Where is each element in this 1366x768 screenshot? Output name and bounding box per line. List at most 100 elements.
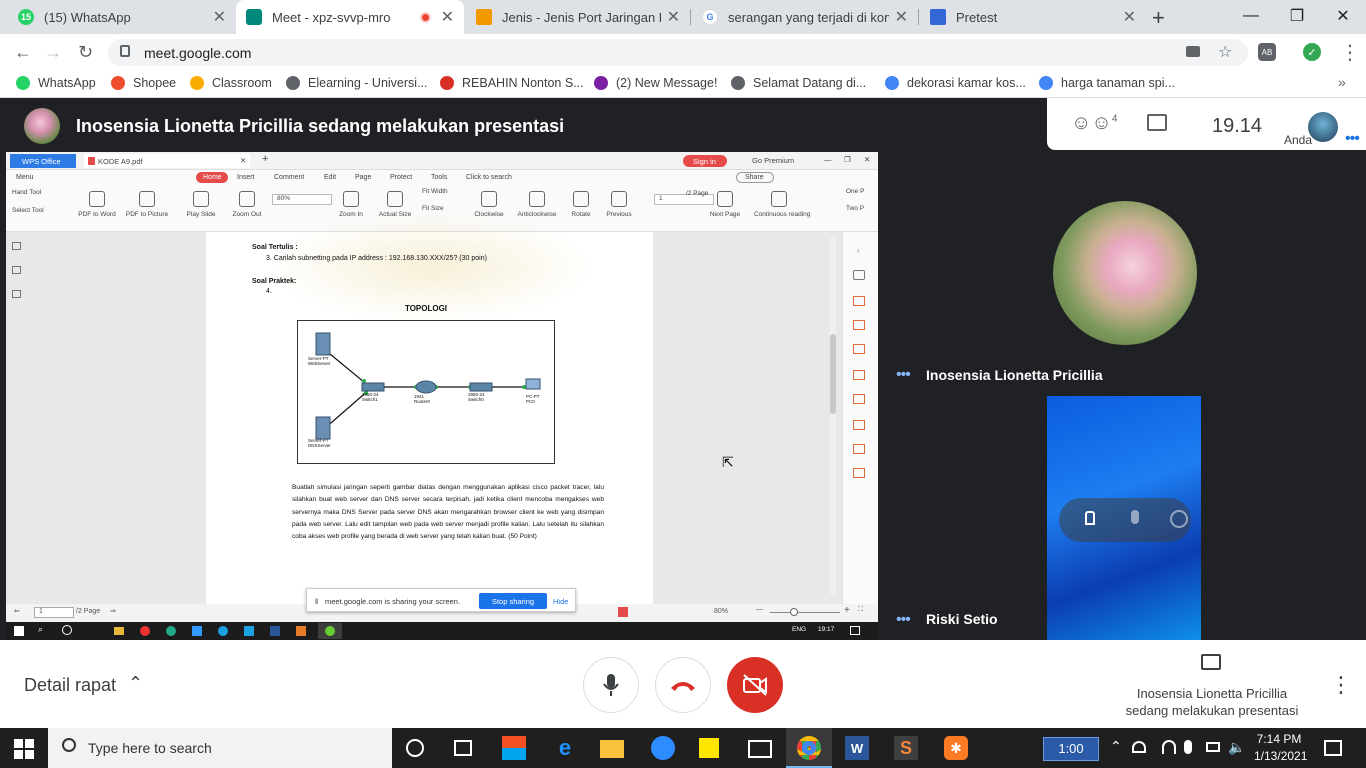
windows-start-icon[interactable]: [14, 739, 34, 759]
restore-button[interactable]: ❐: [1274, 0, 1320, 32]
wps-new-tab-button[interactable]: +: [262, 153, 268, 165]
print-icon[interactable]: [853, 270, 865, 280]
mail-icon[interactable]: [748, 740, 772, 758]
word-icon[interactable]: W: [845, 736, 869, 760]
wps-restore-button[interactable]: ❐: [844, 155, 851, 164]
convert-icon[interactable]: [853, 344, 865, 354]
participant-more-icon[interactable]: •••: [896, 366, 911, 384]
bookmark-item[interactable]: dekorasi kamar kos...: [885, 76, 1026, 90]
participant-more-icon[interactable]: •••: [896, 611, 911, 629]
close-icon[interactable]: ✕: [240, 156, 246, 165]
shield-check-icon[interactable]: ✓: [1303, 43, 1321, 61]
timer-widget[interactable]: 1:00: [1043, 737, 1099, 761]
sublime-text-icon[interactable]: S: [894, 736, 918, 760]
adblock-icon[interactable]: AB: [1258, 43, 1276, 61]
chat-icon[interactable]: [1147, 114, 1167, 131]
tab-meet[interactable]: Meet - xpz-svvp-mro ✕: [236, 0, 464, 34]
menu-tools[interactable]: Tools: [431, 174, 447, 181]
microsoft-store-icon[interactable]: [502, 736, 526, 760]
close-icon[interactable]: ✕: [441, 7, 454, 27]
tab-jenis-port[interactable]: Jenis - Jenis Port Jaringan Kom ✕: [466, 0, 690, 34]
bookmark-item[interactable]: (2) New Message!: [594, 76, 717, 90]
play-icon[interactable]: [618, 607, 628, 617]
stop-sharing-button[interactable]: Stop sharing: [479, 593, 547, 609]
task-view-icon[interactable]: [454, 740, 472, 756]
bookmark-item[interactable]: Shopee: [111, 76, 176, 90]
tab-whatsapp[interactable]: 15 (15) WhatsApp ✕: [8, 0, 236, 34]
menu-insert[interactable]: Insert: [237, 174, 255, 181]
pin-icon[interactable]: [1085, 511, 1095, 525]
wps-tool-fit-size[interactable]: Fit Size: [422, 205, 444, 212]
drag-handle-icon[interactable]: ‖: [315, 597, 318, 606]
scrollbar-thumb[interactable]: [830, 334, 836, 414]
wps-tool-previous[interactable]: Previous: [594, 189, 644, 218]
tab-google-search[interactable]: G serangan yang terjadi di komp ✕: [692, 0, 918, 34]
camera-toggle-button[interactable]: [727, 657, 783, 713]
go-premium-link[interactable]: Go Premium: [752, 156, 794, 165]
taskbar-clock[interactable]: 7:14 PM 1/13/2021: [1254, 731, 1307, 765]
presenting-status[interactable]: Inosensia Lionetta Pricillia sedang mela…: [1124, 686, 1300, 718]
omnibox[interactable]: meet.google.com ☆: [108, 39, 1248, 66]
wps-minimize-button[interactable]: —: [824, 155, 832, 164]
document-scrollbar[interactable]: [830, 238, 836, 594]
hide-button[interactable]: Hide: [553, 597, 568, 606]
bookmark-item[interactable]: WhatsApp: [16, 76, 96, 90]
menu-comment[interactable]: Comment: [274, 174, 304, 181]
wps-tool-one-p[interactable]: One P: [846, 188, 864, 195]
wps-tool-fit-width[interactable]: Fit Width: [422, 188, 448, 195]
close-window-button[interactable]: ✕: [1320, 0, 1366, 32]
back-icon[interactable]: ←: [14, 42, 32, 63]
bookmark-panel-icon[interactable]: [12, 242, 21, 250]
self-more-icon[interactable]: •••: [1345, 130, 1360, 148]
zoom-app-icon[interactable]: [651, 736, 675, 760]
battery-icon[interactable]: [1206, 742, 1220, 752]
zoom-slider[interactable]: [770, 608, 840, 616]
edge-icon[interactable]: e: [553, 735, 577, 760]
bookmark-item[interactable]: Selamat Datang di...: [731, 76, 866, 90]
wps-tool-hand-tool[interactable]: Hand Tool: [12, 189, 41, 196]
image-tool-icon[interactable]: [853, 320, 865, 330]
minimize-button[interactable]: —: [1228, 0, 1274, 32]
merge-icon[interactable]: [853, 370, 865, 380]
wps-close-button[interactable]: ✕: [864, 155, 870, 164]
action-center-icon[interactable]: [1324, 740, 1342, 756]
page-number-input[interactable]: 1: [34, 607, 74, 618]
wps-tool-anticlockwise[interactable]: Anticlockwise: [512, 189, 562, 218]
participants-button[interactable]: ☺☺4: [1071, 112, 1117, 135]
menu-home[interactable]: Home: [196, 172, 228, 183]
microphone-button[interactable]: [583, 657, 639, 713]
close-icon[interactable]: ✕: [667, 7, 680, 27]
bookmark-item[interactable]: REBAHIN Nonton S...: [440, 76, 584, 90]
mic-icon[interactable]: [1131, 510, 1139, 524]
wps-share-button[interactable]: Share: [736, 172, 774, 183]
wps-tool-pdf-to-word[interactable]: PDF to Word: [72, 189, 122, 218]
zoom-slider-thumb[interactable]: [790, 608, 798, 616]
more-bookmarks-icon[interactable]: »: [1338, 74, 1346, 90]
wps-tool-zoom-out[interactable]: Zoom Out: [222, 189, 272, 218]
show-hidden-icons[interactable]: ⌃: [1110, 738, 1122, 755]
more-options-icon[interactable]: ⋮: [1330, 672, 1352, 698]
tab-pretest[interactable]: Pretest ✕: [920, 0, 1146, 34]
chevron-up-icon[interactable]: ⌃: [128, 673, 143, 694]
close-icon[interactable]: ✕: [895, 7, 908, 27]
close-icon[interactable]: ✕: [213, 7, 226, 27]
taskbar-search-box[interactable]: Type here to search: [48, 728, 392, 768]
wps-menu-button[interactable]: Menu: [16, 174, 34, 181]
cortana-icon[interactable]: [406, 739, 424, 757]
compare-icon[interactable]: [853, 444, 865, 454]
chrome-taskbar-button[interactable]: [786, 728, 832, 768]
fullscreen-icon[interactable]: ⛶: [858, 606, 863, 614]
compress-icon[interactable]: [853, 420, 865, 430]
xampp-icon[interactable]: ✱: [944, 736, 968, 760]
thumbnail-panel-icon[interactable]: [12, 266, 21, 274]
volume-icon[interactable]: 🔈: [1228, 739, 1245, 756]
next-page-icon[interactable]: ⇒: [110, 607, 116, 615]
text-tool-icon[interactable]: [853, 296, 865, 306]
sign-in-button[interactable]: Sign in: [683, 155, 727, 167]
cloud-icon[interactable]: [1132, 741, 1146, 753]
sign-icon[interactable]: [853, 468, 865, 478]
sticky-notes-icon[interactable]: [699, 738, 719, 758]
wps-tool-80[interactable]: 80%: [272, 194, 332, 205]
bookmark-item[interactable]: Classroom: [190, 76, 272, 90]
bookmark-item[interactable]: harga tanaman spi...: [1039, 76, 1175, 90]
